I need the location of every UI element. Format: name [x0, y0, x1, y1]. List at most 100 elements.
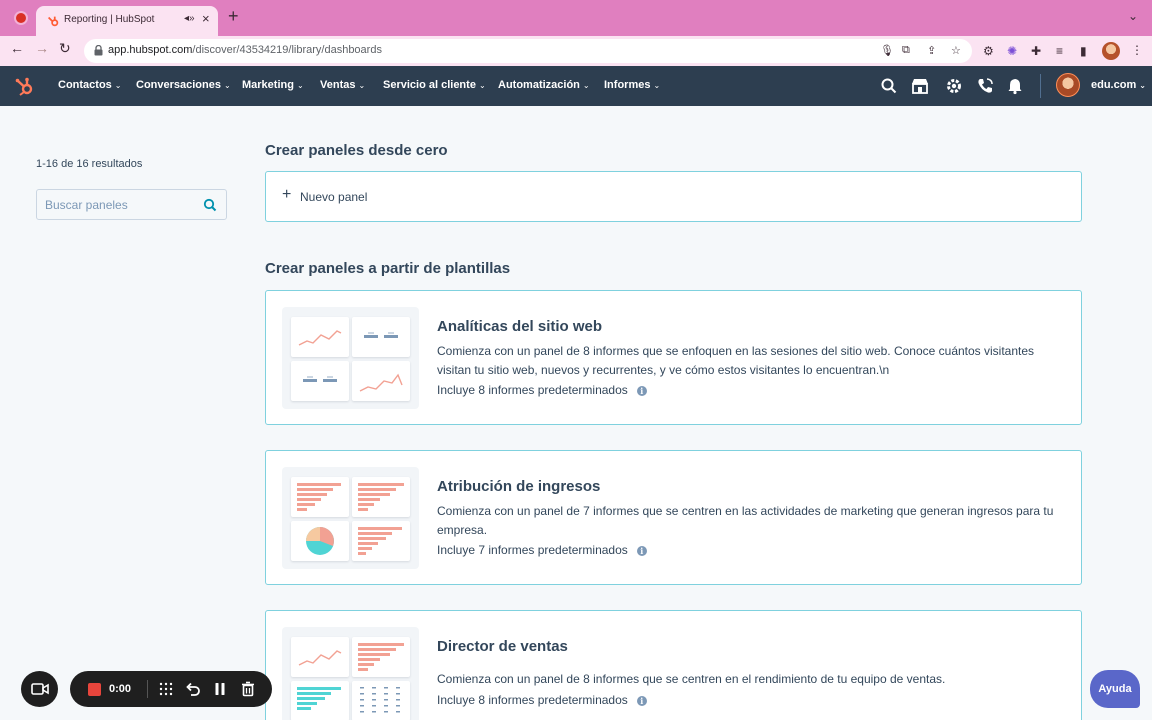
search-icon[interactable] — [203, 198, 217, 212]
template-card-revenue-attribution[interactable]: Atribución de ingresos Comienza con un p… — [265, 450, 1082, 585]
nav-servicio-al-cliente[interactable]: Servicio al cliente ⌄ — [383, 79, 486, 91]
nav-contactos[interactable]: Contactos ⌄ — [58, 79, 121, 91]
nav-label: Informes — [604, 79, 651, 91]
help-button[interactable]: Ayuda — [1090, 670, 1140, 708]
tab-audio-icon[interactable]: ◂» — [184, 13, 195, 24]
report-count-text: Incluye 7 informes predeterminados — [437, 543, 628, 557]
forward-arrow-icon[interactable]: → — [35, 40, 49, 56]
profile-avatar[interactable] — [1102, 42, 1120, 60]
plus-icon: + — [282, 186, 292, 203]
results-count: 1-16 de 16 resultados — [36, 158, 143, 170]
kpi-tile — [291, 361, 349, 401]
nav-conversaciones[interactable]: Conversaciones ⌄ — [136, 79, 231, 91]
back-arrow-icon[interactable]: ← — [10, 40, 24, 56]
kpi-tile — [352, 317, 410, 357]
browser-menu-icon[interactable]: ⋮ — [1131, 43, 1143, 57]
chevron-down-icon: ⌄ — [653, 81, 661, 90]
info-icon[interactable]: i — [636, 386, 647, 396]
nav-label: Ventas — [320, 79, 356, 91]
reading-list-icon[interactable]: ≡ — [1056, 44, 1063, 58]
search-field[interactable] — [36, 189, 227, 220]
template-card-sales-director[interactable]: Director de ventas Comienza con un panel… — [265, 610, 1082, 720]
template-title[interactable]: Director de ventas — [437, 638, 568, 655]
template-report-count: Incluye 7 informes predeterminados i — [437, 543, 647, 557]
report-count-text: Incluye 8 informes predeterminados — [437, 693, 628, 707]
pause-icon[interactable] — [212, 681, 228, 697]
nav-ventas[interactable]: Ventas ⌄ — [320, 79, 365, 91]
video-camera-icon — [31, 683, 49, 695]
grid-dots-icon[interactable] — [158, 681, 174, 697]
report-count-text: Incluye 8 informes predeterminados — [437, 383, 628, 397]
bar-chart-tile — [352, 477, 410, 517]
url-path: /discover/43534219/library/dashboards — [192, 44, 382, 56]
trash-icon[interactable] — [240, 681, 256, 697]
browser-tab-bar: Reporting | HubSpot ◂» × + ⌄ — [0, 0, 1152, 36]
recording-time: 0:00 — [109, 683, 132, 695]
hubspot-logo-icon[interactable] — [14, 76, 36, 98]
template-title[interactable]: Atribución de ingresos — [437, 478, 600, 495]
settings-gear-icon[interactable] — [945, 77, 963, 95]
info-icon[interactable]: i — [636, 546, 647, 556]
calling-phone-icon[interactable] — [976, 77, 994, 95]
template-description: Comienza con un panel de 8 informes que … — [437, 344, 1035, 377]
template-title[interactable]: Analíticas del sitio web — [437, 318, 602, 335]
undo-icon[interactable] — [185, 681, 201, 697]
side-panel-icon[interactable]: ▮ — [1080, 44, 1087, 58]
account-menu[interactable]: edu.com ⌄ — [1091, 79, 1146, 91]
nav-marketing[interactable]: Marketing ⌄ — [242, 79, 304, 91]
share-icon[interactable]: ⇪ — [927, 44, 936, 57]
url-host: app.hubspot.com — [108, 44, 193, 56]
camera-toggle-button[interactable] — [21, 671, 58, 707]
chevron-down-icon: ⌄ — [582, 81, 590, 90]
reload-icon[interactable]: ↻ — [59, 40, 71, 57]
browser-tab[interactable]: Reporting | HubSpot ◂» × — [36, 6, 218, 36]
bar-chart-tile — [352, 521, 410, 561]
recording-controls: 0:00 — [70, 671, 272, 707]
controls-divider — [147, 680, 148, 698]
nav-automatizacion[interactable]: Automatización ⌄ — [498, 79, 590, 91]
template-description: Comienza con un panel de 7 informes que … — [437, 504, 1054, 537]
nav-separator — [1040, 74, 1041, 98]
stop-recording-button[interactable] — [88, 683, 101, 696]
new-panel-label: Nuevo panel — [300, 190, 368, 204]
template-report-count: Incluye 8 informes predeterminados i — [437, 693, 647, 707]
microphone-icon[interactable]: 🎙 — [880, 44, 894, 57]
new-panel-button[interactable]: + Nuevo panel — [265, 171, 1082, 222]
tab-close-icon[interactable]: × — [202, 11, 210, 26]
scratch-section-title: Crear paneles desde cero — [265, 142, 448, 159]
search-input[interactable] — [37, 190, 197, 219]
line-chart-tile — [291, 317, 349, 357]
nav-label: Servicio al cliente — [383, 79, 476, 91]
nav-label: Marketing — [242, 79, 294, 91]
chevron-down-icon: ⌄ — [296, 81, 304, 90]
chevron-down-icon: ⌄ — [358, 81, 366, 90]
line-chart-tile — [291, 637, 349, 677]
translate-icon[interactable]: ⧉ — [902, 44, 910, 57]
hubspot-nav-bar: Contactos ⌄ Conversaciones ⌄ Marketing ⌄ Ve… — [0, 66, 1152, 106]
extension-flower-icon[interactable]: ✺ — [1007, 44, 1017, 58]
tab-title: Reporting | HubSpot — [64, 14, 155, 25]
notifications-bell-icon[interactable] — [1006, 77, 1024, 95]
teal-bar-chart-tile — [291, 681, 349, 720]
account-avatar[interactable] — [1056, 73, 1080, 97]
template-thumbnail — [282, 467, 419, 569]
nav-label: Conversaciones — [136, 79, 221, 91]
url-text: app.hubspot.com/discover/43534219/librar… — [108, 44, 382, 56]
nav-informes[interactable]: Informes ⌄ — [604, 79, 660, 91]
chevron-down-icon: ⌄ — [223, 81, 231, 90]
recording-indicator-icon — [16, 13, 26, 23]
extensions-puzzle-icon[interactable]: ✚ — [1031, 44, 1041, 58]
marketplace-icon[interactable] — [911, 77, 929, 95]
template-thumbnail — [282, 627, 419, 720]
tab-search-chevron-icon[interactable]: ⌄ — [1128, 9, 1138, 23]
address-bar[interactable]: app.hubspot.com/discover/43534219/librar… — [84, 39, 972, 63]
bookmark-star-icon[interactable]: ☆ — [951, 44, 961, 57]
new-tab-icon[interactable]: + — [228, 6, 239, 27]
lock-icon — [94, 45, 103, 56]
extension-gear-icon[interactable]: ⚙ — [983, 44, 994, 58]
template-thumbnail — [282, 307, 419, 409]
search-icon[interactable] — [880, 77, 898, 95]
account-name: edu.com — [1091, 79, 1137, 91]
template-card-website-analytics[interactable]: Analíticas del sitio web Comienza con un… — [265, 290, 1082, 425]
info-icon[interactable]: i — [636, 696, 647, 706]
